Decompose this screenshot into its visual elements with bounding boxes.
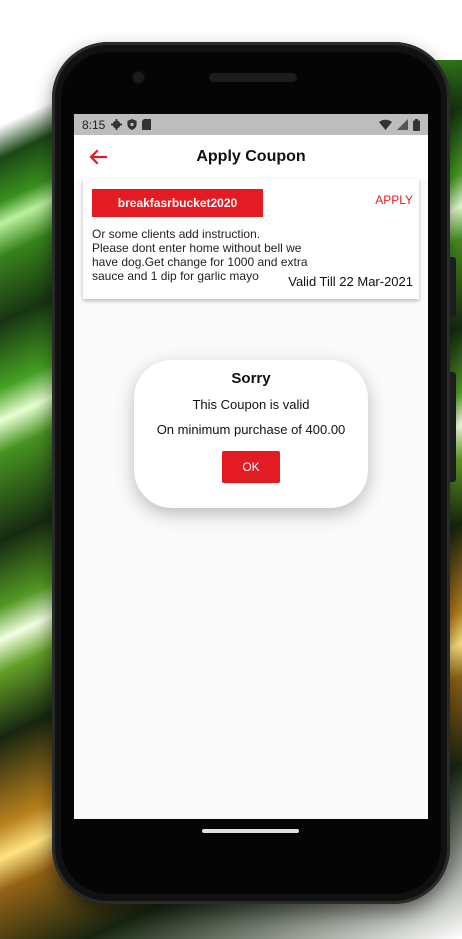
dialog-message: This Coupon is valid — [192, 397, 310, 412]
signal-icon — [397, 119, 408, 130]
status-bar: 8:15 — [74, 114, 428, 135]
apply-button[interactable]: APPLY — [375, 193, 413, 207]
status-time: 8:15 — [82, 117, 106, 132]
alert-dialog: Sorry This Coupon is valid On minimum pu… — [134, 360, 368, 508]
dialog-minimum-purchase: On minimum purchase of 400.00 — [156, 422, 346, 437]
ok-button[interactable]: OK — [222, 451, 280, 483]
sd-card-icon — [142, 119, 152, 130]
app-bar: Apply Coupon — [74, 135, 428, 179]
coupon-code-badge: breakfasrbucket2020 — [92, 189, 263, 217]
battery-icon — [413, 118, 420, 131]
page-title: Apply Coupon — [196, 148, 306, 165]
power-button — [450, 372, 456, 482]
coupon-validity: Valid Till 22 Mar-2021 — [288, 274, 413, 289]
earpiece-speaker — [209, 73, 297, 82]
wifi-icon — [379, 119, 392, 130]
shield-icon — [127, 119, 137, 130]
gear-icon — [111, 119, 123, 130]
arrow-left-icon[interactable] — [88, 147, 108, 167]
front-camera — [133, 72, 144, 83]
volume-button — [450, 257, 456, 317]
coupon-card: breakfasrbucket2020 APPLY Or some client… — [83, 179, 419, 299]
home-gesture-bar[interactable] — [202, 829, 299, 833]
app-screen: 8:15 Apply Coupon breakfasrbucket2020 AP… — [74, 114, 428, 819]
dialog-title: Sorry — [231, 370, 271, 387]
